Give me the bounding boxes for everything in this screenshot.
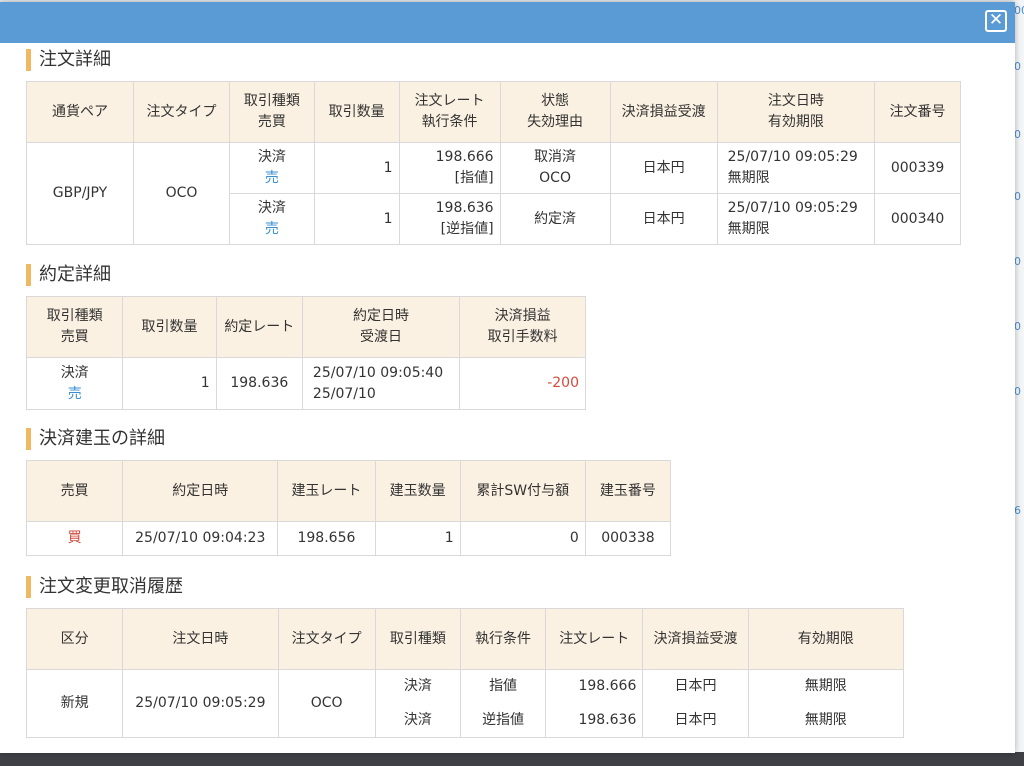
- header-cell: 執行条件: [459, 608, 547, 670]
- trade-kind-cell: 決済: [374, 703, 461, 738]
- execution-detail-title: 約定詳細: [26, 264, 111, 286]
- header-cell: 注文日時 有効期限: [716, 81, 876, 143]
- header-cell: 決済損益 取引手数料: [459, 296, 586, 358]
- datetime-cell: 25/07/10 09:05:29: [122, 669, 279, 738]
- order-number-cell: 000340: [874, 193, 961, 245]
- order-detail-modal: ✕ 注文詳細 通貨ペア 注文タイプ 取引種類 売買 取引数量 注文レート 執行条件 …: [0, 2, 1015, 753]
- background-value: 0: [1014, 385, 1021, 398]
- trade-kind-cell: 決済売: [228, 193, 315, 245]
- header-cell: 通貨ペア: [25, 81, 135, 143]
- background-value: 0: [1014, 320, 1021, 333]
- qty-cell: 1: [313, 142, 400, 194]
- header-cell: 決済損益受渡: [609, 81, 718, 143]
- close-button[interactable]: ✕: [985, 10, 1007, 32]
- order-detail-title: 注文詳細: [26, 49, 111, 71]
- table-row: 買 25/07/10 09:04:23 198.656 1 0 000338: [25, 521, 672, 556]
- header-cell: 約定日時: [122, 460, 279, 522]
- header-cell: 売買: [25, 460, 124, 522]
- rate-cell: 198.656: [277, 521, 376, 556]
- settlement-cell: 日本円: [609, 142, 718, 194]
- header-cell: 区分: [25, 608, 124, 670]
- category-cell: 新規: [25, 669, 124, 738]
- header-cell: 注文レート 執行条件: [398, 81, 501, 143]
- expiry-cell: 無期限: [747, 703, 905, 738]
- header-cell: 注文レート: [545, 608, 644, 670]
- header-cell: 建玉レート: [277, 460, 376, 522]
- qty-cell: 1: [374, 521, 461, 556]
- rate-cell: 198.636: [215, 357, 303, 410]
- table-row: 決済売 1 198.636 25/07/10 09:05:40 25/07/10 …: [25, 357, 586, 410]
- side-sell: 売: [67, 385, 82, 402]
- datetime-cell: 25/07/10 09:05:29 無期限: [716, 142, 876, 194]
- header-cell: 決済損益受渡: [642, 608, 749, 670]
- background-value: 00: [1014, 4, 1024, 17]
- condition-cell: 逆指値: [459, 703, 547, 738]
- swap-cell: 0: [459, 521, 586, 556]
- header-cell: 取引種類: [374, 608, 461, 670]
- settlement-cell: 日本円: [642, 669, 749, 704]
- trade-kind-cell: 決済売: [228, 142, 315, 194]
- side-sell: 売: [264, 221, 279, 237]
- datetime-cell: 25/07/10 09:04:23: [122, 521, 279, 556]
- side-buy: 買: [25, 521, 124, 556]
- header-cell: 取引数量: [313, 81, 400, 143]
- trade-kind-cell: 決済: [374, 669, 461, 704]
- settlement-cell: 日本円: [642, 703, 749, 738]
- header-cell: 注文タイプ: [277, 608, 376, 670]
- order-type: OCO: [133, 142, 230, 245]
- position-number-cell: 000338: [584, 521, 672, 556]
- header-cell: 累計SW付与額: [459, 460, 586, 522]
- header-cell: 有効期限: [747, 608, 905, 670]
- side-sell: 売: [264, 170, 279, 186]
- position-detail-table: 売買 約定日時 建玉レート 建玉数量 累計SW付与額 建玉番号 買 25/07/…: [25, 460, 672, 556]
- position-detail-title: 決済建玉の詳細: [26, 428, 165, 450]
- header-cell: 取引種類 売買: [25, 296, 124, 358]
- header-cell: 注文番号: [874, 81, 961, 143]
- header-cell: 建玉番号: [584, 460, 672, 522]
- datetime-cell: 25/07/10 09:05:29 無期限: [716, 193, 876, 245]
- header-cell: 約定レート: [215, 296, 303, 358]
- history-title: 注文変更取消履歴: [26, 576, 183, 598]
- background-value: 6: [1014, 504, 1021, 517]
- rate-cell: 198.666 [指値]: [398, 142, 501, 194]
- trade-kind-cell: 決済売: [25, 357, 124, 410]
- table-row: 新規 25/07/10 09:05:29 OCO 決済 指値 198.666 日…: [25, 669, 905, 738]
- header-cell: 注文タイプ: [133, 81, 230, 143]
- header-cell: 取引数量: [122, 296, 217, 358]
- expiry-cell: 無期限: [747, 669, 905, 704]
- background-value: 0: [1014, 190, 1021, 203]
- qty-cell: 1: [313, 193, 400, 245]
- header-cell: 注文日時: [122, 608, 279, 670]
- history-table: 区分 注文日時 注文タイプ 取引種類 執行条件 注文レート 決済損益受渡 有効期…: [25, 608, 905, 738]
- execution-detail-table: 取引種類 売買 取引数量 約定レート 約定日時 受渡日 決済損益 取引手数料 決済売 …: [25, 296, 586, 410]
- rate-cell: 198.636 [逆指値]: [398, 193, 501, 245]
- settlement-cell: 日本円: [609, 193, 718, 245]
- background-value: 0: [1014, 128, 1021, 141]
- background-value: 0: [1014, 255, 1021, 268]
- qty-cell: 1: [122, 357, 217, 410]
- header-cell: 取引種類 売買: [228, 81, 315, 143]
- status-cell: 約定済: [499, 193, 611, 245]
- background-footer: [0, 752, 1024, 766]
- order-type-cell: OCO: [277, 669, 376, 738]
- order-number-cell: 000339: [874, 142, 961, 194]
- datetime-cell: 25/07/10 09:05:40 25/07/10: [301, 357, 461, 410]
- rate-cell: 198.636: [545, 703, 644, 738]
- background-value: 0: [1014, 60, 1021, 73]
- header-cell: 約定日時 受渡日: [301, 296, 461, 358]
- header-cell: 建玉数量: [374, 460, 461, 522]
- header-cell: 状態 失効理由: [499, 81, 611, 143]
- condition-cell: 指値: [459, 669, 547, 704]
- order-detail-table: 通貨ペア 注文タイプ 取引種類 売買 取引数量 注文レート 執行条件 状態 失効理由 …: [25, 81, 961, 245]
- modal-header: ✕: [0, 2, 1015, 43]
- rate-cell: 198.666: [545, 669, 644, 704]
- pnl-cell: -200: [459, 357, 586, 410]
- status-cell: 取消済 OCO: [499, 142, 611, 194]
- currency-pair: GBP/JPY: [25, 142, 135, 245]
- table-row: GBP/JPY OCO 決済売 1 198.666 [指値] 取消済 OCO 日本円…: [25, 142, 961, 245]
